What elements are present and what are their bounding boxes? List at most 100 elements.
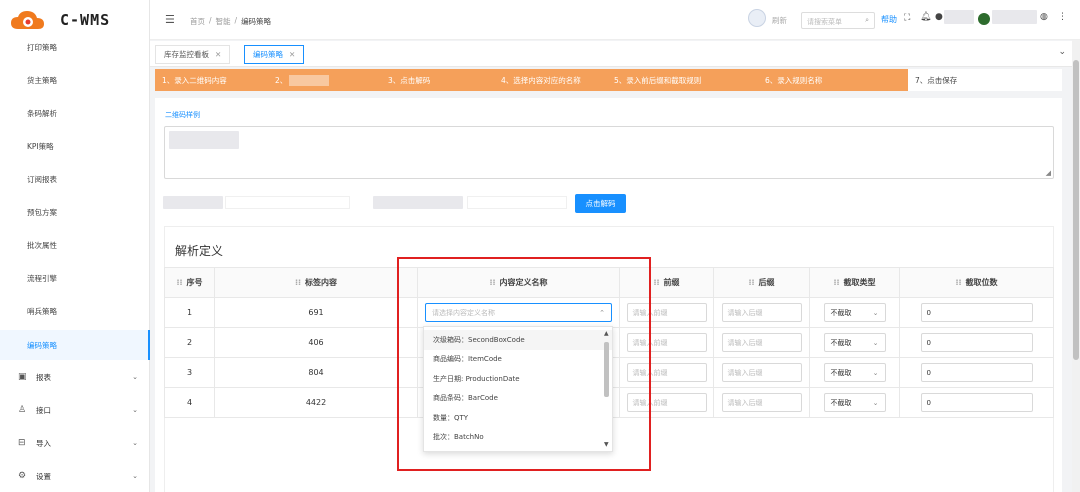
sidebar-item-sentinel-strategy[interactable]: 哨兵策略 bbox=[0, 301, 150, 321]
suffix-input[interactable]: 请输入后缀 bbox=[721, 363, 802, 382]
top-header: ☰ 首页 / 智能 / 编码策略 刷新 请搜索菜单 ⌕ 帮助 ⛶ 🔔︎ ● ◍ … bbox=[150, 0, 1080, 40]
step-6: 6、录入规则名称 bbox=[758, 69, 908, 91]
drag-handle-icon[interactable]: ⁝⁝ bbox=[748, 278, 754, 287]
row-label-content: 406 bbox=[214, 327, 418, 358]
step-2: 2、 bbox=[268, 69, 381, 91]
close-icon[interactable]: ✕ bbox=[289, 50, 295, 59]
menu-search-input[interactable]: 请搜索菜单 ⌕ bbox=[801, 12, 875, 29]
sidebar-group-interface[interactable]: ♙ 接口 ⌄ bbox=[0, 400, 150, 420]
sidebar-item-kpi-strategy[interactable]: KPI策略 bbox=[0, 136, 150, 156]
sidebar-item-prepack-plan[interactable]: 预包方案 bbox=[0, 202, 150, 222]
breadcrumb-separator: / bbox=[234, 16, 238, 25]
sidebar-group-label: 接口 bbox=[36, 405, 51, 415]
row-cut-type-cell: 不截取 ⌄ bbox=[809, 387, 900, 418]
menu-fold-icon[interactable]: ☰ bbox=[165, 13, 175, 26]
decoded-field-blurred bbox=[163, 196, 223, 209]
col-cut-type: ⁝⁝ 截取类型 bbox=[809, 267, 900, 298]
cloud-logo-icon bbox=[11, 11, 44, 29]
drag-handle-icon[interactable]: ⁝⁝ bbox=[653, 278, 659, 287]
search-icon[interactable]: ⌕ bbox=[865, 16, 869, 25]
cut-count-input[interactable]: 0 bbox=[920, 393, 1033, 412]
suffix-input[interactable]: 请输入后缀 bbox=[721, 303, 802, 322]
step-label: 2、 bbox=[275, 75, 288, 85]
rule-input[interactable] bbox=[467, 196, 567, 209]
breadcrumb-home[interactable]: 首页 bbox=[190, 16, 205, 27]
step-5: 5、录入前后缀和截取规则 bbox=[607, 69, 758, 91]
decode-button[interactable]: 点击解码 bbox=[575, 194, 626, 213]
chevron-down-icon: ⌄ bbox=[132, 472, 138, 480]
bell-icon[interactable]: 🔔︎ bbox=[920, 12, 931, 22]
sidebar-item-process-engine[interactable]: 流程引擎 bbox=[0, 268, 150, 288]
suffix-input[interactable]: 请输入后缀 bbox=[721, 333, 802, 352]
globe-icon[interactable]: ◍ bbox=[1040, 12, 1048, 22]
row-index: 2 bbox=[164, 327, 215, 358]
cut-type-value: 不截取 bbox=[830, 308, 852, 317]
qr-sample-textarea[interactable]: ◢ bbox=[164, 126, 1054, 179]
sidebar-item-print-strategy[interactable]: 打印策略 bbox=[0, 37, 150, 57]
cut-type-select[interactable]: 不截取 ⌄ bbox=[823, 333, 886, 352]
drag-handle-icon[interactable]: ⁝⁝ bbox=[176, 278, 182, 287]
row-index: 1 bbox=[164, 297, 215, 328]
resize-handle-icon[interactable]: ◢ bbox=[1046, 169, 1051, 177]
cut-type-select[interactable]: 不截取 ⌄ bbox=[823, 363, 886, 382]
chevron-down-icon: ⌄ bbox=[872, 338, 879, 347]
tabs-bar: 库存监控看板 ✕ 编码策略 ✕ ⌄ bbox=[150, 41, 1080, 67]
drag-handle-icon[interactable]: ⁝⁝ bbox=[955, 278, 961, 287]
row-label-content: 691 bbox=[214, 297, 418, 328]
cut-type-value: 不截取 bbox=[830, 338, 852, 347]
page-scrollbar[interactable] bbox=[1072, 40, 1080, 492]
cut-count-input[interactable]: 0 bbox=[920, 363, 1033, 382]
fullscreen-icon[interactable]: ⛶ bbox=[904, 13, 910, 23]
tab-inventory-monitor[interactable]: 库存监控看板 ✕ bbox=[155, 45, 231, 64]
cut-type-select[interactable]: 不截取 ⌄ bbox=[823, 303, 886, 322]
scroll-thumb[interactable] bbox=[1073, 60, 1079, 360]
suffix-placeholder: 请输入后缀 bbox=[727, 398, 763, 407]
col-label: 截取类型 bbox=[843, 278, 876, 287]
sidebar-item-subscribe-report[interactable]: 订阅报表 bbox=[0, 169, 150, 189]
sidebar-item-barcode-parse[interactable]: 条码解析 bbox=[0, 103, 150, 123]
sidebar-group-import[interactable]: ⊟ 导入 ⌄ bbox=[0, 433, 150, 453]
cut-count-input[interactable]: 0 bbox=[920, 303, 1033, 322]
cut-count-input[interactable]: 0 bbox=[920, 333, 1033, 352]
sidebar-item-owner-strategy[interactable]: 货主策略 bbox=[0, 70, 150, 90]
step-1: 1、录入二维码内容 bbox=[155, 69, 268, 91]
close-icon[interactable]: ✕ bbox=[215, 50, 221, 59]
mascot-icon[interactable] bbox=[748, 9, 766, 27]
highlight-box bbox=[397, 257, 651, 471]
cut-type-value: 不截取 bbox=[830, 368, 852, 377]
chevron-down-icon: ⌄ bbox=[872, 308, 879, 317]
col-label: 后缀 bbox=[758, 278, 775, 287]
suffix-input[interactable]: 请输入后缀 bbox=[721, 393, 802, 412]
sidebar-group-settings[interactable]: ⚙ 设置 ⌄ bbox=[0, 466, 150, 486]
user-icon[interactable]: ● bbox=[935, 12, 943, 22]
cut-count-value: 0 bbox=[926, 368, 931, 377]
col-label: 截取位数 bbox=[965, 278, 998, 287]
row-cut-type-cell: 不截取 ⌄ bbox=[809, 357, 900, 388]
sidebar-item-encoding-strategy[interactable]: 编码策略 bbox=[0, 330, 150, 360]
step-label: 6、录入规则名称 bbox=[765, 75, 823, 85]
row-index: 3 bbox=[164, 357, 215, 388]
row-suffix-cell: 请输入后缀 bbox=[713, 387, 810, 418]
suffix-placeholder: 请输入后缀 bbox=[727, 338, 763, 347]
sidebar-item-batch-attribute[interactable]: 批次属性 bbox=[0, 235, 150, 255]
tab-label: 编码策略 bbox=[253, 50, 283, 59]
help-link[interactable]: 帮助 bbox=[881, 14, 897, 25]
decoded-input[interactable] bbox=[225, 196, 350, 209]
breadcrumb-smart[interactable]: 智能 bbox=[216, 16, 231, 27]
col-label: 前缀 bbox=[663, 278, 680, 287]
more-icon[interactable]: ⋮ bbox=[1058, 12, 1067, 22]
cut-type-select[interactable]: 不截取 ⌄ bbox=[823, 393, 886, 412]
tab-encoding-strategy[interactable]: 编码策略 ✕ bbox=[244, 45, 305, 64]
logo[interactable]: C-WMS bbox=[0, 0, 149, 40]
section-title: 解析定义 bbox=[175, 244, 224, 258]
drag-handle-icon[interactable]: ⁝⁝ bbox=[295, 278, 301, 287]
drag-handle-icon[interactable]: ⁝⁝ bbox=[833, 278, 839, 287]
username-blurred bbox=[944, 10, 974, 24]
sidebar-group-report[interactable]: ▣ 报表 ⌄ bbox=[0, 367, 150, 387]
suffix-placeholder: 请输入后缀 bbox=[727, 368, 763, 377]
tabs-dropdown-icon[interactable]: ⌄ bbox=[1058, 47, 1066, 57]
refresh-label[interactable]: 刷新 bbox=[772, 15, 787, 26]
logo-text: C-WMS bbox=[60, 11, 111, 29]
avatar[interactable] bbox=[978, 13, 990, 25]
account-name-blurred bbox=[992, 10, 1037, 24]
